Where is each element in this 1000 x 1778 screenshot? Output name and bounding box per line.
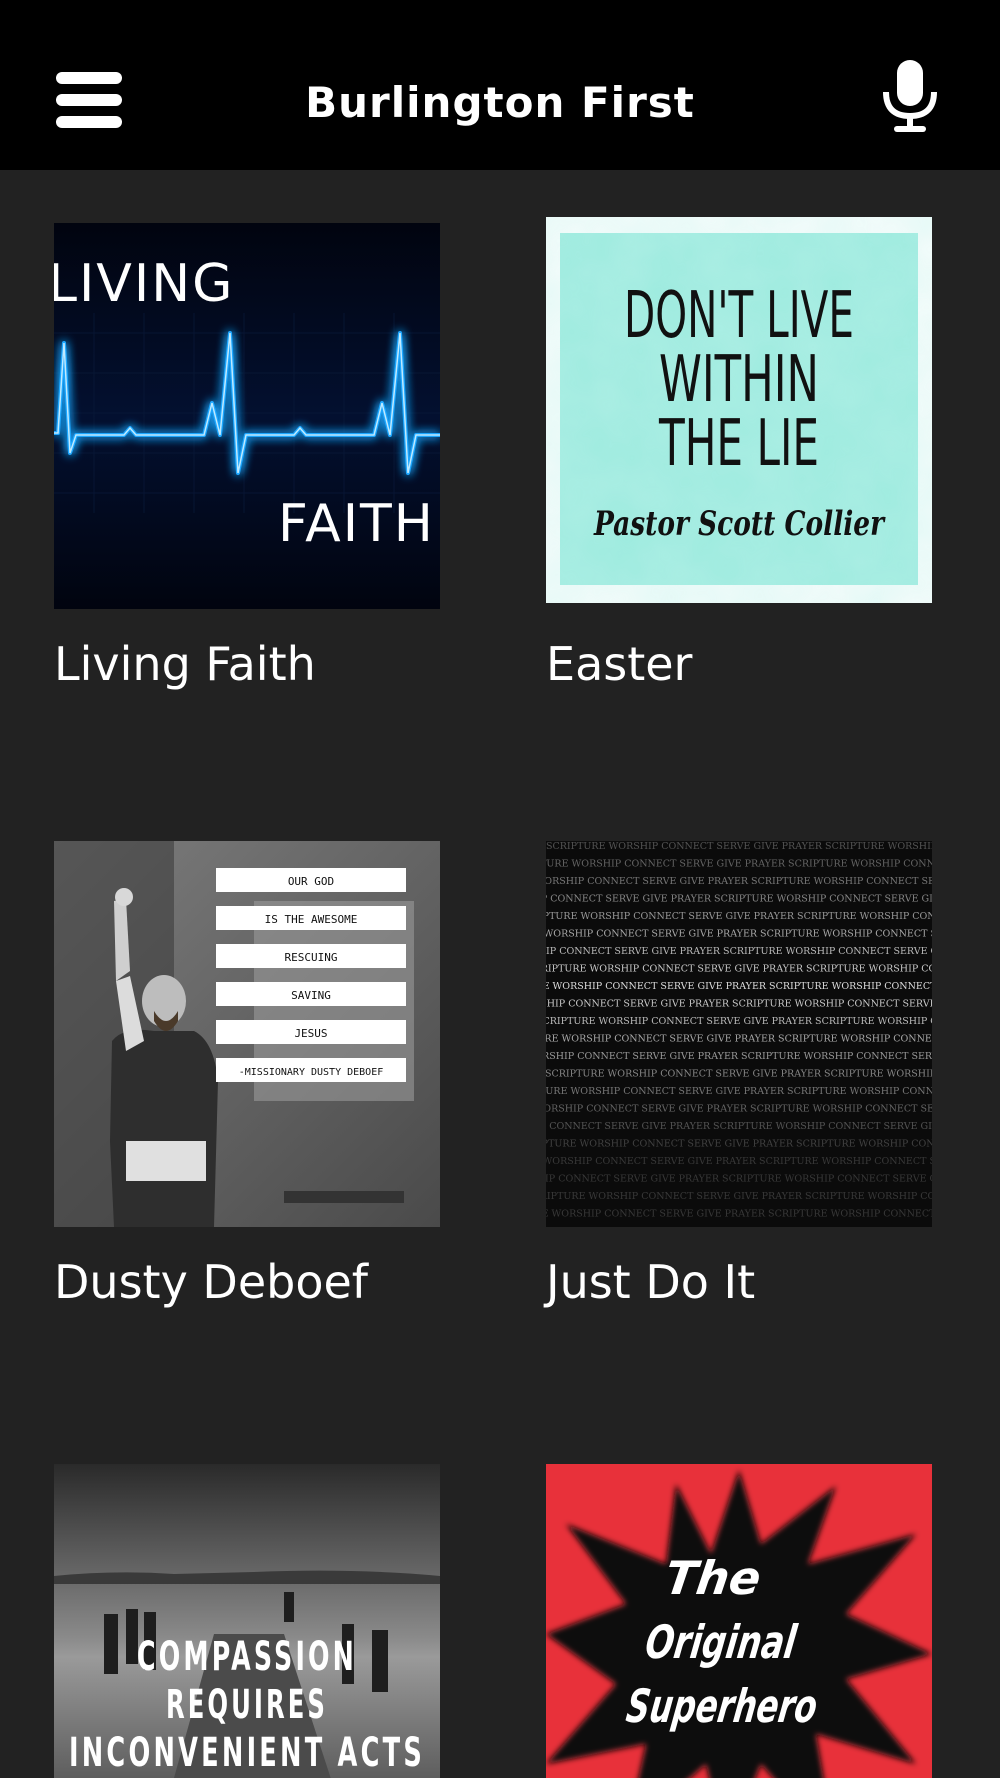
- dusty-art-label: -MISSIONARY DUSTY DEBOEF: [239, 1067, 384, 1078]
- dusty-art-label: RESCUING: [285, 951, 338, 964]
- compassion-art-line-3: INCONVENIENT ACTS: [69, 1730, 425, 1776]
- app-title: Burlington First: [305, 78, 695, 127]
- pattern-text-line: SCRIPTURE WORSHIP CONNECT SERVE GIVE PRA…: [546, 876, 932, 887]
- pattern-text-line: SCRIPTURE WORSHIP CONNECT SERVE GIVE PRA…: [546, 1016, 932, 1027]
- pattern-text-line: SCRIPTURE WORSHIP CONNECT SERVE GIVE PRA…: [546, 1156, 932, 1167]
- pattern-text-line: SCRIPTURE WORSHIP CONNECT SERVE GIVE PRA…: [546, 981, 932, 992]
- dusty-art-label: OUR GOD: [288, 875, 334, 888]
- pattern-text-line: SCRIPTURE WORSHIP CONNECT SERVE GIVE PRA…: [546, 1051, 932, 1062]
- app-header: Burlington First: [0, 0, 1000, 170]
- superhero-art-line-3: Superhero: [623, 1679, 821, 1733]
- superhero-artwork: The Original Superhero: [546, 1464, 932, 1778]
- pattern-text-line: SCRIPTURE WORSHIP CONNECT SERVE GIVE PRA…: [546, 1139, 932, 1150]
- easter-art-line-3: THE LIE: [658, 407, 819, 481]
- just-do-it-artwork: SCRIPTURE WORSHIP CONNECT SERVE GIVE PRA…: [546, 841, 932, 1227]
- pattern-text-line: SCRIPTURE WORSHIP CONNECT SERVE GIVE PRA…: [546, 1191, 932, 1202]
- compassion-art-line-1: COMPASSION: [137, 1634, 357, 1680]
- pattern-text-line: SCRIPTURE WORSHIP CONNECT SERVE GIVE PRA…: [546, 999, 932, 1010]
- series-thumbnail-original-superhero[interactable]: The Original Superhero: [546, 1464, 932, 1778]
- dusty-art-label: IS THE AWESOME: [265, 913, 358, 926]
- pattern-text-line: SCRIPTURE WORSHIP CONNECT SERVE GIVE PRA…: [546, 964, 932, 975]
- series-title[interactable]: Dusty Deboef: [54, 1255, 368, 1309]
- pattern-text-line: SCRIPTURE WORSHIP CONNECT SERVE GIVE PRA…: [546, 1069, 932, 1080]
- series-title[interactable]: Easter: [546, 637, 692, 691]
- superhero-art-line-2: Original: [642, 1615, 800, 1669]
- easter-artwork: DON'T LIVE WITHIN THE LIE Pastor Scott C…: [546, 217, 932, 603]
- pattern-text-line: SCRIPTURE WORSHIP CONNECT SERVE GIVE PRA…: [546, 1034, 932, 1045]
- dusty-art-label: JESUS: [294, 1027, 327, 1040]
- pattern-text-line: SCRIPTURE WORSHIP CONNECT SERVE GIVE PRA…: [546, 1104, 932, 1115]
- series-thumbnail-dusty-deboef[interactable]: OUR GOD IS THE AWESOME RESCUING SAVING J…: [54, 841, 440, 1227]
- living-faith-art-bottom-word: FAITH: [278, 494, 435, 554]
- easter-art-line-2: WITHIN: [659, 343, 819, 417]
- pattern-text-line: SCRIPTURE WORSHIP CONNECT SERVE GIVE PRA…: [546, 894, 932, 905]
- microphone-button[interactable]: [880, 60, 940, 134]
- pattern-text-line: SCRIPTURE WORSHIP CONNECT SERVE GIVE PRA…: [546, 859, 932, 870]
- pattern-text-line: SCRIPTURE WORSHIP CONNECT SERVE GIVE PRA…: [546, 929, 932, 940]
- dusty-art-label: SAVING: [291, 989, 331, 1002]
- series-thumbnail-just-do-it[interactable]: SCRIPTURE WORSHIP CONNECT SERVE GIVE PRA…: [546, 841, 932, 1227]
- easter-art-line-1: DON'T LIVE: [624, 279, 854, 353]
- series-title[interactable]: Living Faith: [54, 637, 316, 691]
- pattern-text-line: SCRIPTURE WORSHIP CONNECT SERVE GIVE PRA…: [546, 1121, 932, 1132]
- living-faith-art-top-word: LIVING: [54, 254, 234, 314]
- pattern-text-line: SCRIPTURE WORSHIP CONNECT SERVE GIVE PRA…: [546, 1209, 932, 1220]
- series-thumbnail-compassion[interactable]: COMPASSION REQUIRES INCONVENIENT ACTS: [54, 1464, 440, 1778]
- compassion-art-line-2: REQUIRES: [166, 1682, 328, 1728]
- series-title[interactable]: Just Do It: [546, 1255, 755, 1309]
- living-faith-artwork: LIVING FAITH: [54, 223, 440, 609]
- microphone-icon: [883, 60, 937, 132]
- series-thumbnail-living-faith[interactable]: LIVING FAITH: [54, 223, 440, 609]
- series-thumbnail-easter[interactable]: DON'T LIVE WITHIN THE LIE Pastor Scott C…: [546, 217, 932, 603]
- pattern-text-line: SCRIPTURE WORSHIP CONNECT SERVE GIVE PRA…: [546, 1086, 932, 1097]
- pattern-text-line: SCRIPTURE WORSHIP CONNECT SERVE GIVE PRA…: [546, 1174, 932, 1185]
- compassion-artwork: COMPASSION REQUIRES INCONVENIENT ACTS: [54, 1464, 440, 1778]
- superhero-art-line-1: The: [662, 1551, 765, 1605]
- easter-art-byline: Pastor Scott Collier: [593, 504, 885, 544]
- pattern-text-line: SCRIPTURE WORSHIP CONNECT SERVE GIVE PRA…: [546, 911, 932, 922]
- pattern-text-line: SCRIPTURE WORSHIP CONNECT SERVE GIVE PRA…: [546, 841, 932, 852]
- dusty-deboef-artwork: OUR GOD IS THE AWESOME RESCUING SAVING J…: [54, 841, 440, 1227]
- pattern-text-line: SCRIPTURE WORSHIP CONNECT SERVE GIVE PRA…: [546, 946, 932, 957]
